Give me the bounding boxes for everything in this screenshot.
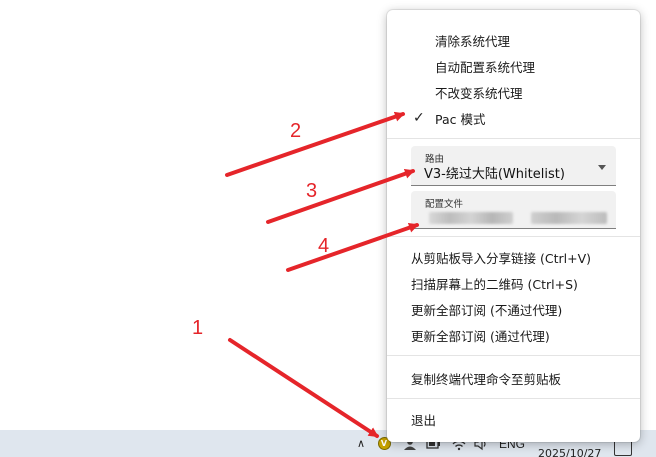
menu-item-label: 复制终端代理命令至剪贴板 xyxy=(411,371,562,387)
taskbar-clock[interactable]: 2025/10/27 xyxy=(538,446,608,457)
annotation-number-3: 3 xyxy=(306,180,317,202)
menu-item-exit[interactable]: 退出 xyxy=(387,406,640,432)
routing-select[interactable]: 路由 V3-绕过大陆(Whitelist) xyxy=(411,146,616,186)
config-file-select[interactable]: 配置文件 xyxy=(411,191,616,229)
menu-item-label: 扫描屏幕上的二维码 (Ctrl+S) xyxy=(411,276,578,292)
menu-item-label: 清除系统代理 xyxy=(435,33,511,49)
show-hidden-icons-chevron-icon[interactable]: ∧ xyxy=(353,430,369,457)
menu-item-copy-terminal-proxy-command[interactable]: 复制终端代理命令至剪贴板 xyxy=(387,365,640,391)
menu-item-label: 更新全部订阅 (通过代理) xyxy=(411,328,550,344)
menu-item-update-subs-direct[interactable]: 更新全部订阅 (不通过代理) xyxy=(387,296,640,322)
screenshot-stage: ∧ V ENG 2025/10/27 清除系统代理 自动配置系统代理 不改变系统… xyxy=(0,0,656,457)
redacted-config-value xyxy=(531,212,607,224)
tray-context-menu: 清除系统代理 自动配置系统代理 不改变系统代理 ✓ Pac 模式 路由 V3-绕… xyxy=(387,10,640,442)
config-file-select-label: 配置文件 xyxy=(425,199,464,210)
menu-item-clear-system-proxy[interactable]: 清除系统代理 xyxy=(387,27,640,53)
redacted-config-value xyxy=(429,212,513,224)
dropdown-arrow-icon xyxy=(598,165,606,170)
menu-item-pac-mode[interactable]: ✓ Pac 模式 xyxy=(387,105,640,131)
menu-item-label: 不改变系统代理 xyxy=(435,85,523,101)
menu-item-keep-system-proxy[interactable]: 不改变系统代理 xyxy=(387,79,640,105)
annotation-arrow-2 xyxy=(225,111,405,177)
menu-item-label: Pac 模式 xyxy=(435,111,486,127)
menu-item-scan-qr-code[interactable]: 扫描屏幕上的二维码 (Ctrl+S) xyxy=(387,270,640,296)
annotation-number-1: 1 xyxy=(192,317,203,339)
menu-item-update-subs-proxy[interactable]: 更新全部订阅 (通过代理) xyxy=(387,322,640,348)
checkmark-icon: ✓ xyxy=(413,110,425,126)
menu-separator xyxy=(387,398,640,399)
menu-separator xyxy=(387,236,640,237)
routing-select-value: V3-绕过大陆(Whitelist) xyxy=(424,167,565,182)
annotation-number-2: 2 xyxy=(290,120,301,142)
menu-item-import-from-clipboard[interactable]: 从剪贴板导入分享链接 (Ctrl+V) xyxy=(387,244,640,270)
annotation-number-4: 4 xyxy=(318,235,329,257)
menu-separator xyxy=(387,138,640,139)
menu-separator xyxy=(387,355,640,356)
menu-item-auto-config-system-proxy[interactable]: 自动配置系统代理 xyxy=(387,53,640,79)
menu-item-label: 退出 xyxy=(411,412,437,428)
annotation-arrow-1 xyxy=(228,338,379,438)
menu-item-label: 自动配置系统代理 xyxy=(435,59,536,75)
menu-item-label: 从剪贴板导入分享链接 (Ctrl+V) xyxy=(411,250,591,266)
menu-item-label: 更新全部订阅 (不通过代理) xyxy=(411,302,563,318)
